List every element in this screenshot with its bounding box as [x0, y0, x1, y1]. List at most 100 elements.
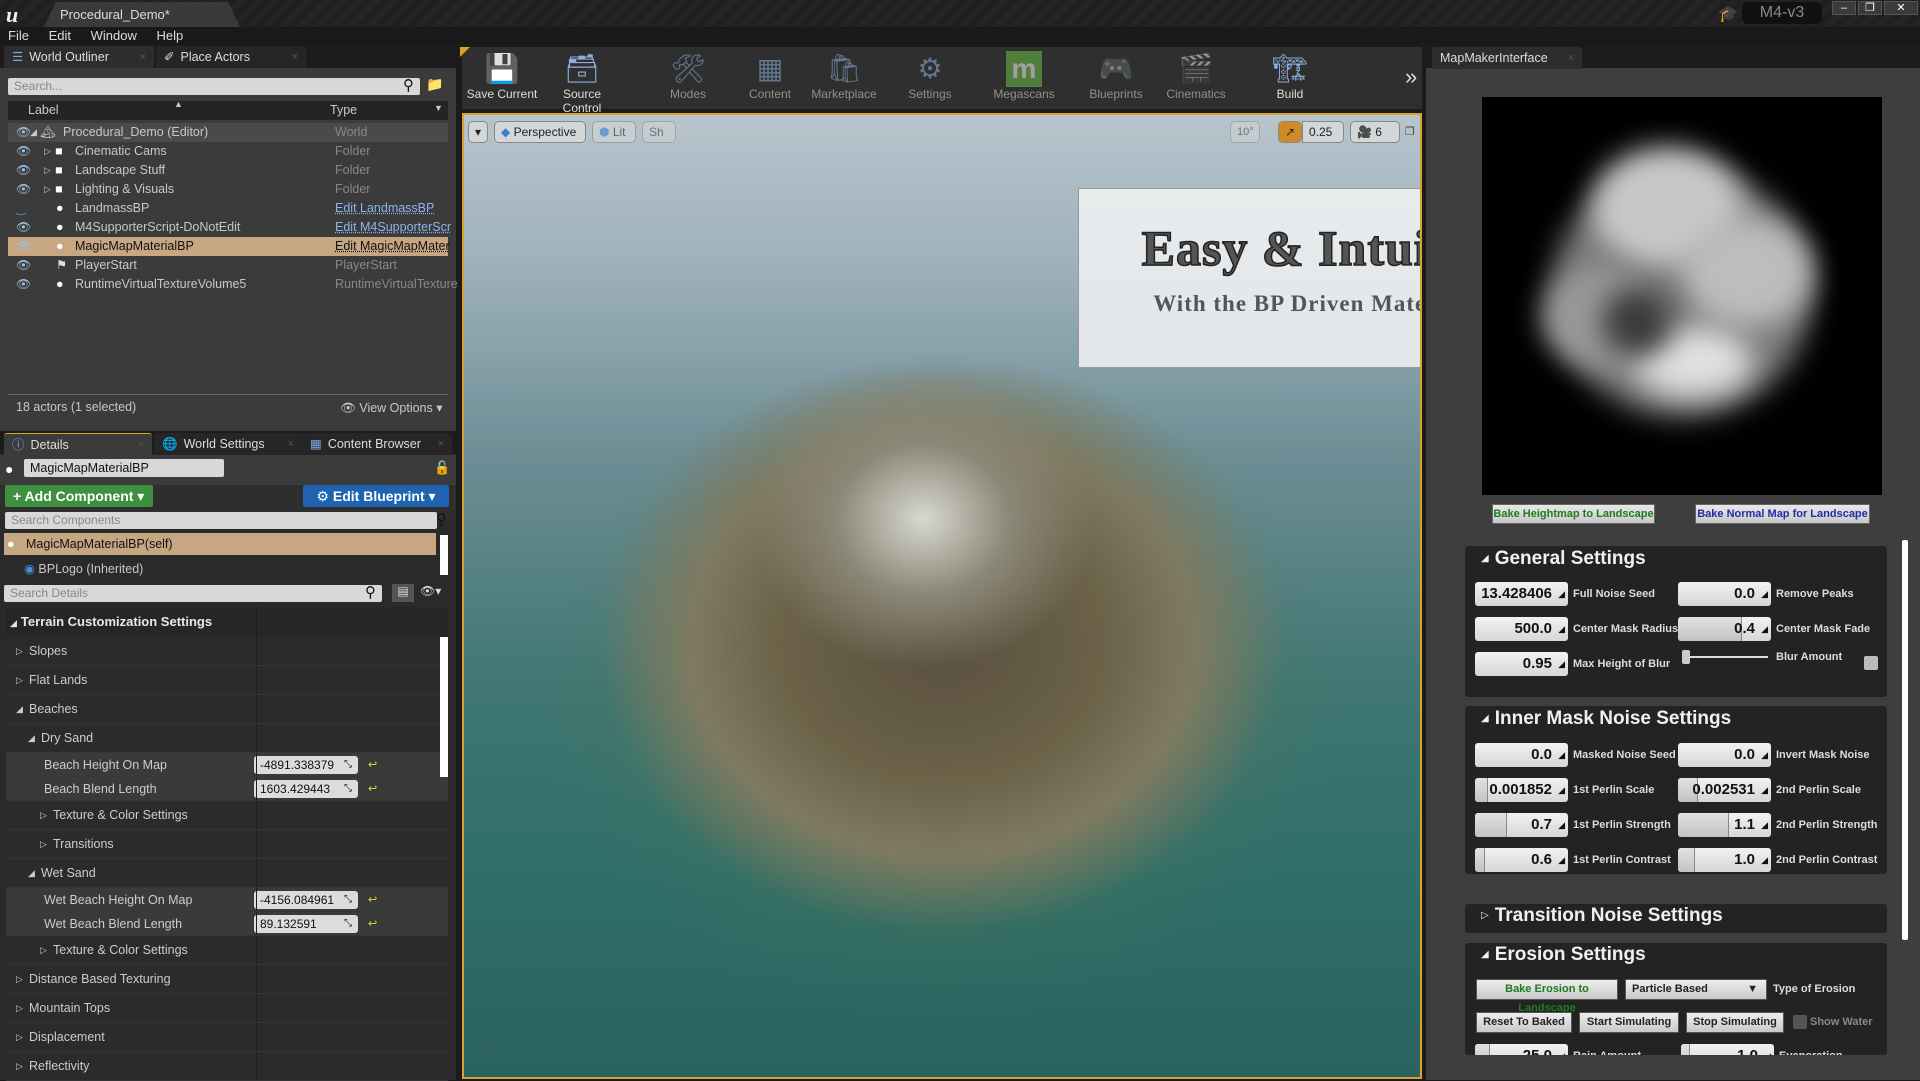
tab-mapmaker-interface[interactable]: MapMakerInterface ×: [1432, 47, 1582, 69]
1st-perlin-contrast-field[interactable]: 0.6 ◢: [1475, 848, 1568, 872]
property-row[interactable]: Beach Blend Length 1603.429443 ⤡ ↩: [6, 777, 448, 801]
edit-blueprint-link[interactable]: Edit M4SupporterScr: [335, 218, 451, 237]
actor-name-input[interactable]: MagicMapMaterialBP: [24, 459, 224, 477]
reset-to-default-icon[interactable]: ↩: [368, 753, 377, 777]
visibility-eye-icon[interactable]: 👁: [16, 218, 31, 237]
angle-snap-value[interactable]: 10°: [1230, 121, 1260, 143]
stop-simulating-button[interactable]: Stop Simulating: [1686, 1012, 1784, 1033]
component-bplogo[interactable]: ◉ BPLogo (Inherited): [24, 559, 143, 579]
property-matrix-icon[interactable]: ▤: [392, 584, 414, 602]
start-simulating-button[interactable]: Start Simulating: [1579, 1012, 1679, 1033]
column-options-icon[interactable]: ▼: [434, 103, 443, 113]
visibility-eye-icon[interactable]: 👁: [16, 256, 31, 275]
search-details-input[interactable]: Search Details: [4, 585, 382, 602]
blur-checkbox[interactable]: [1864, 656, 1878, 670]
bake-erosion-button[interactable]: Bake Erosion to Landscape: [1476, 979, 1618, 1014]
toolbar-marketplace-button[interactable]: 🛍 Marketplace: [804, 47, 884, 101]
visibility-eye-icon[interactable]: 👁: [16, 237, 31, 256]
toolbar-expand-button[interactable]: »: [1405, 64, 1417, 90]
property-value-input[interactable]: 1603.429443 ⤡: [254, 780, 358, 798]
toolbar-save-current-button[interactable]: 💾 Save Current: [462, 47, 542, 101]
toolbar-settings-button[interactable]: ⚙ Settings: [890, 47, 970, 101]
expand-arrow-icon[interactable]: ▷: [44, 180, 51, 199]
outliner-row[interactable]: 👁 ◢ 🏔 Procedural_Demo (Editor) World: [8, 123, 448, 142]
tab-details[interactable]: ⓘ Details ×: [4, 433, 152, 455]
toolbar-cinematics-button[interactable]: 🎬 Cinematics: [1156, 47, 1236, 101]
view-options-button[interactable]: 👁 View Options ▾: [340, 400, 443, 416]
close-tab-icon[interactable]: ×: [1568, 47, 1574, 69]
bake-normal-map-button[interactable]: Bake Normal Map for Landscape: [1695, 504, 1870, 524]
visibility-eye-icon[interactable]: 👁: [16, 275, 31, 294]
center-mask-radius-field[interactable]: 500.0 ◢: [1475, 617, 1568, 641]
outliner-row[interactable]: 👁 ▷ ■ Lighting & Visuals Folder: [8, 180, 448, 199]
lock-icon[interactable]: 🔓: [434, 460, 450, 476]
blur-amount-slider-handle[interactable]: [1682, 650, 1690, 664]
remove-peaks-field[interactable]: 0.0 ◢: [1678, 582, 1771, 606]
transition-noise-header[interactable]: ▷ Transition Noise Settings: [1481, 905, 1723, 927]
close-tab-icon[interactable]: ×: [292, 46, 298, 68]
inner-mask-header[interactable]: ◢ Inner Mask Noise Settings: [1481, 708, 1731, 730]
1st-perlin-strength-field[interactable]: 0.7 ◢: [1475, 813, 1568, 837]
full-noise-seed-field[interactable]: 13.428406 ◢: [1475, 582, 1568, 606]
outliner-row[interactable]: 👁 ▷ ■ Landscape Stuff Folder: [8, 161, 448, 180]
close-button[interactable]: ✕: [1884, 1, 1918, 15]
property-group[interactable]: ▷ Texture & Color Settings: [6, 801, 448, 830]
lit-button[interactable]: ⬢ Lit: [592, 121, 636, 143]
add-folder-icon[interactable]: 📁: [426, 76, 443, 93]
toolbar-build-button[interactable]: 🏗 Build: [1250, 47, 1330, 101]
tab-world-outliner[interactable]: ☰ World Outliner ×: [4, 46, 154, 68]
category-terrain-customization[interactable]: ◢ Terrain Customization Settings: [6, 607, 448, 636]
menu-edit[interactable]: Edit: [41, 27, 79, 45]
property-value-input[interactable]: -4891.338379 ⤡: [254, 756, 358, 774]
visibility-eye-icon[interactable]: 👁: [16, 142, 31, 161]
column-type[interactable]: Type: [330, 101, 357, 120]
property-group[interactable]: ◢ Beaches: [6, 695, 448, 724]
toolbar-blueprints-button[interactable]: 🎮 Blueprints: [1076, 47, 1156, 101]
visibility-eye-icon[interactable]: 👁: [16, 161, 31, 180]
outliner-row[interactable]: 👁 ● M4SupporterScript-DoNotEdit Edit M4Supp…: [8, 218, 451, 237]
general-settings-header[interactable]: ◢ General Settings: [1481, 548, 1646, 570]
reset-to-baked-button[interactable]: Reset To Baked: [1476, 1012, 1572, 1033]
property-row[interactable]: Wet Beach Blend Length 89.132591 ⤡ ↩: [6, 912, 448, 936]
masked-noise-seed-field[interactable]: 0.0 ◢: [1475, 743, 1568, 767]
tab-world-settings[interactable]: 🌐 World Settings ×: [154, 433, 302, 455]
edit-blueprint-button[interactable]: ⚙ Edit Blueprint ▾: [303, 485, 449, 507]
erosion-type-dropdown[interactable]: Particle Based ▼: [1625, 979, 1767, 1000]
menu-help[interactable]: Help: [148, 27, 191, 45]
property-row[interactable]: Wet Beach Height On Map -4156.084961 ⤡ ↩: [6, 888, 448, 912]
perspective-button[interactable]: ◆ Perspective: [494, 121, 586, 143]
property-row[interactable]: Beach Height On Map -4891.338379 ⤡ ↩: [6, 753, 448, 777]
toolbar-content-button[interactable]: ▦ Content: [730, 47, 810, 101]
outliner-row-selected[interactable]: 👁 ● MagicMapMaterialBP Edit MagicMapMater: [8, 237, 450, 256]
erosion-header[interactable]: ◢ Erosion Settings: [1481, 944, 1646, 966]
outliner-row[interactable]: 👁 ● RuntimeVirtualTextureVolume5 RuntimeVir…: [8, 275, 458, 294]
viewport-options-button[interactable]: ▾: [468, 121, 488, 143]
component-self[interactable]: ● MagicMapMaterialBP(self): [4, 533, 436, 555]
2nd-perlin-contrast-field[interactable]: 1.0 ◢: [1678, 848, 1771, 872]
close-tab-icon[interactable]: ×: [438, 433, 444, 455]
tab-content-browser[interactable]: ▦ Content Browser ×: [302, 433, 452, 455]
property-group[interactable]: ◢ Wet Sand: [6, 859, 448, 888]
expand-arrow-icon[interactable]: ▷: [44, 142, 51, 161]
minimize-button[interactable]: –: [1832, 1, 1856, 15]
camera-speed-button[interactable]: 🎥 6: [1350, 121, 1400, 143]
outliner-search-input[interactable]: Search...: [8, 78, 420, 95]
property-group[interactable]: ▷ Distance Based Texturing: [6, 965, 448, 994]
property-group[interactable]: ▷ Displacement: [6, 1023, 448, 1052]
scale-snap-toggle[interactable]: ↗: [1278, 121, 1302, 143]
toolbar-source-control-button[interactable]: 🗃 Source Control: [542, 47, 622, 115]
1st-perlin-scale-field[interactable]: 0.001852 ◢: [1475, 778, 1568, 802]
help-icon[interactable]: ?: [476, 1049, 483, 1063]
reset-to-default-icon[interactable]: ↩: [368, 912, 377, 936]
column-label[interactable]: Label: [28, 101, 59, 120]
close-tab-icon[interactable]: ×: [138, 434, 144, 456]
hidden-eye-icon[interactable]: ‿: [16, 199, 26, 218]
outliner-row[interactable]: ‿ ● LandmassBP Edit LandmassBP: [8, 199, 448, 218]
show-water-checkbox[interactable]: [1793, 1015, 1807, 1029]
reset-to-default-icon[interactable]: ↩: [368, 777, 377, 801]
reset-to-default-icon[interactable]: ↩: [368, 888, 377, 912]
edit-blueprint-link[interactable]: Edit LandmassBP: [335, 199, 434, 218]
search-components-input[interactable]: Search Components: [5, 512, 437, 529]
2nd-perlin-scale-field[interactable]: 0.002531 ◢: [1678, 778, 1771, 802]
show-button[interactable]: Sh: [642, 121, 676, 143]
